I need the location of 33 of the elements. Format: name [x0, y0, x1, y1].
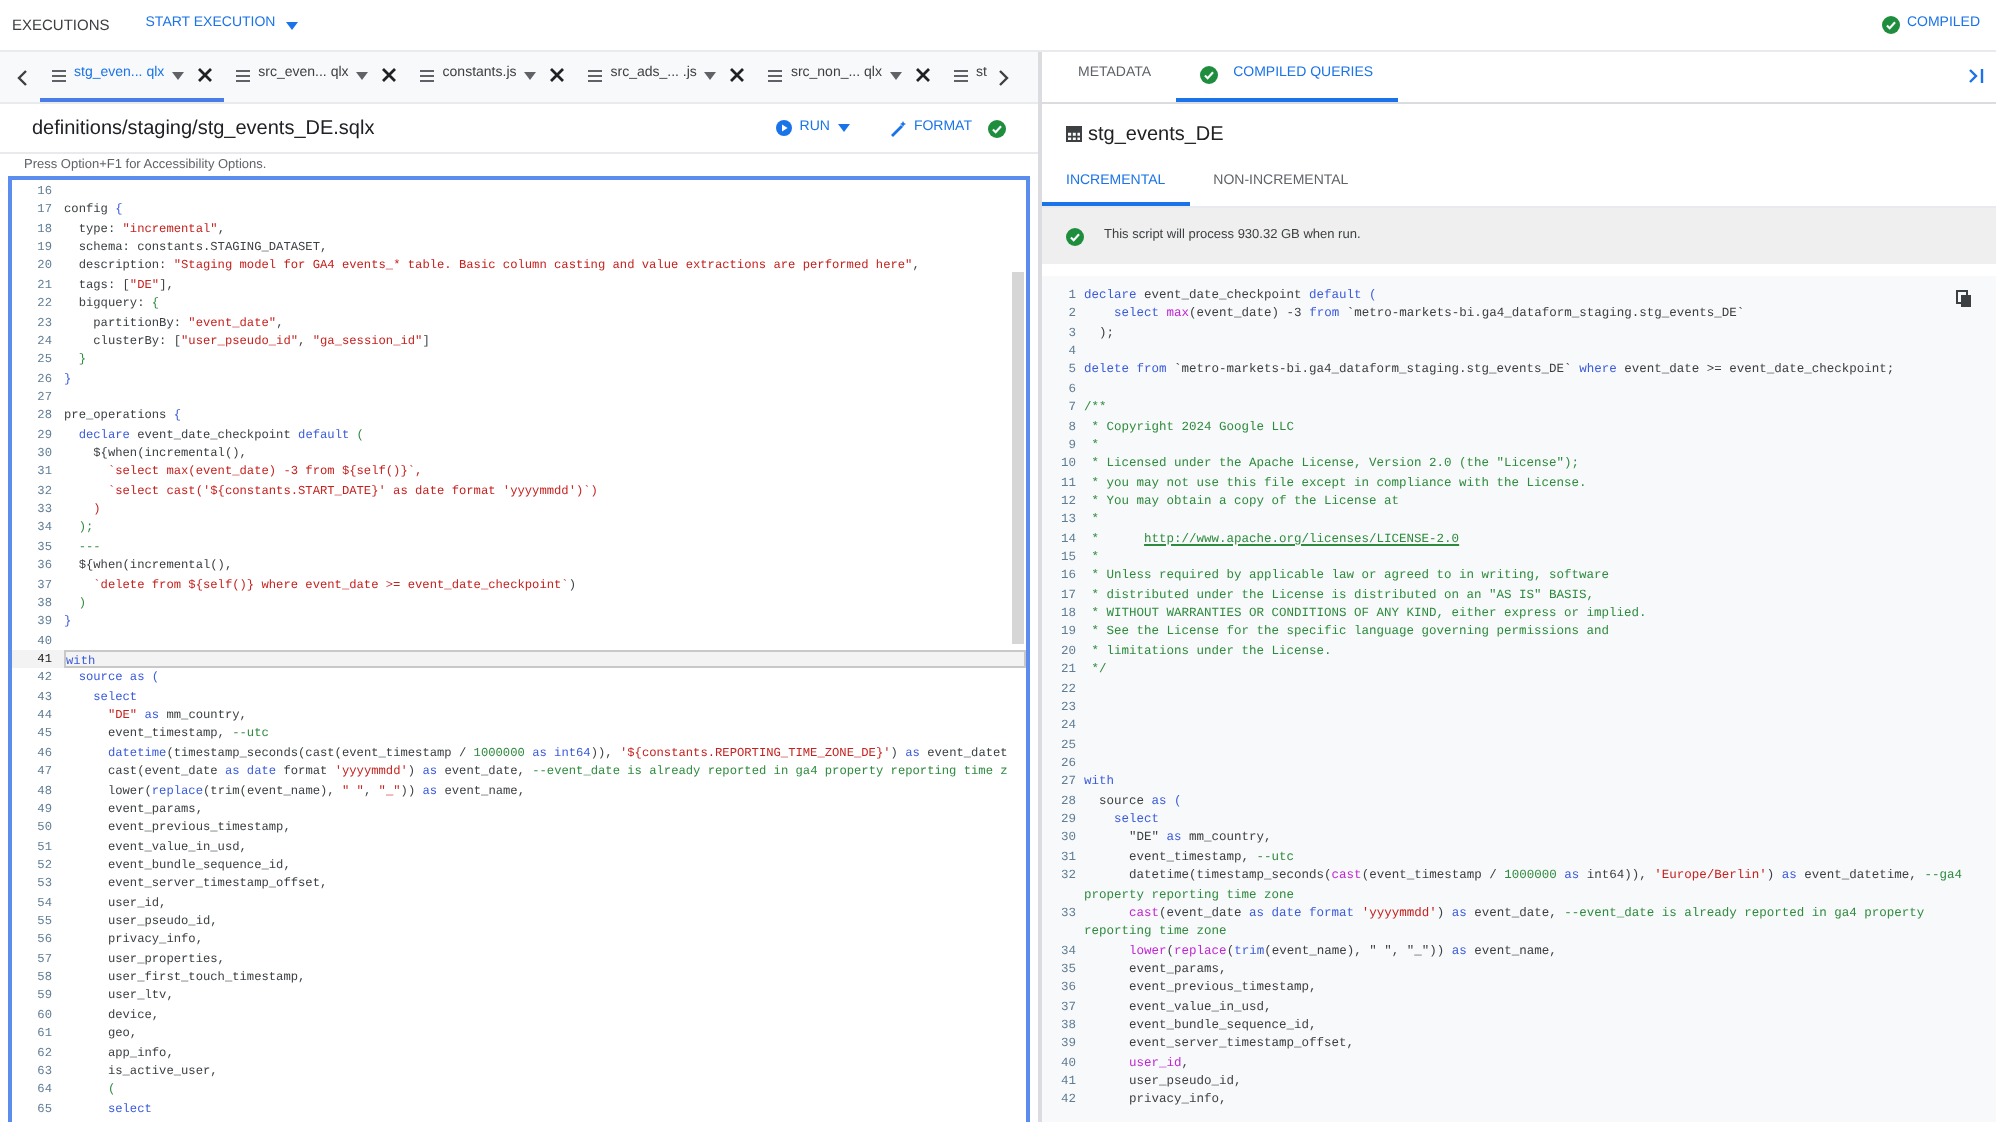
close-icon[interactable]: [730, 68, 745, 82]
file-icon: [236, 69, 251, 81]
caret-icon: [285, 21, 298, 29]
file-icon: [768, 69, 783, 81]
collapse-panel-icon[interactable]: [1968, 68, 1984, 84]
caret-icon: [356, 71, 369, 79]
file-icon: [52, 69, 66, 81]
caret-icon: [172, 71, 185, 79]
check-icon: [1199, 66, 1218, 84]
wand-icon: [889, 119, 908, 137]
file-icon: [953, 69, 968, 81]
query-title: stg_events_DE: [1088, 121, 1224, 149]
scrollbar-thumb[interactable]: [1012, 272, 1024, 644]
table-icon: [1066, 126, 1082, 142]
chevron-right-icon[interactable]: [998, 69, 1011, 85]
close-icon[interactable]: [550, 68, 565, 82]
caret-icon: [704, 71, 717, 79]
close-icon[interactable]: [198, 68, 213, 82]
file-path: definitions/staging/stg_events_DE.sqlx: [32, 115, 375, 143]
check-icon: [1882, 16, 1901, 34]
caret-icon: [524, 71, 537, 79]
copy-icon[interactable]: [1956, 290, 1972, 308]
play-icon: [775, 120, 792, 136]
check-icon: [988, 119, 1006, 137]
file-icon: [420, 69, 435, 81]
chevron-left-icon[interactable]: [16, 69, 28, 85]
caret-icon: [837, 124, 850, 132]
code-editor[interactable]: [8, 176, 1030, 1122]
close-icon[interactable]: [382, 68, 397, 82]
close-icon[interactable]: [915, 68, 930, 82]
file-icon: [588, 69, 603, 81]
check-icon: [1066, 227, 1084, 245]
caret-icon: [889, 71, 902, 79]
